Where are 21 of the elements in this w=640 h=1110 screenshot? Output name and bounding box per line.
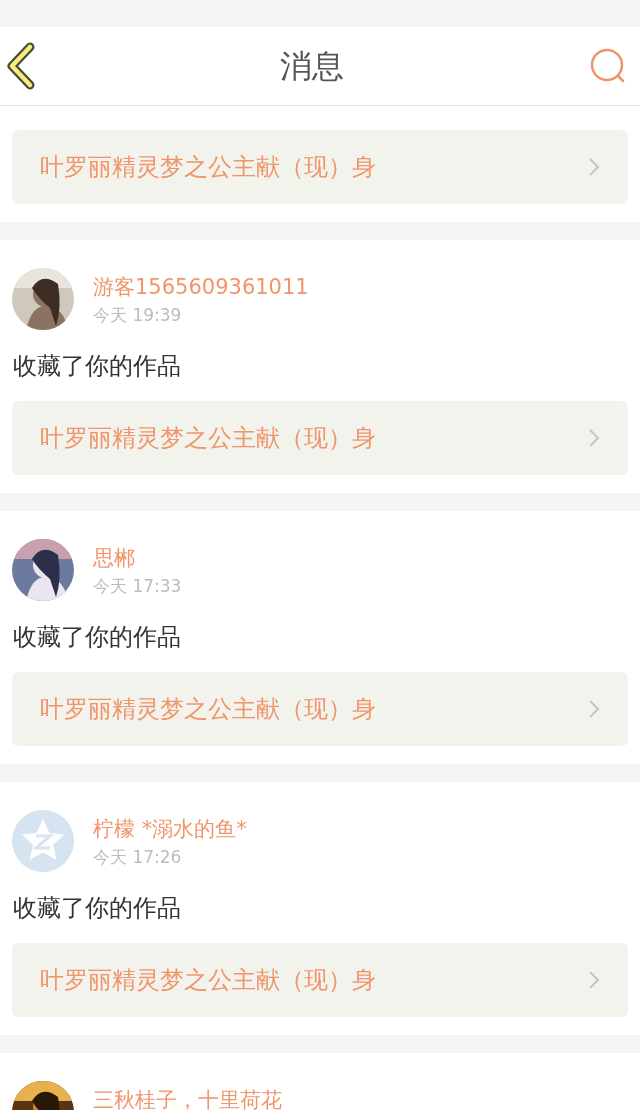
user-name[interactable]: 游客1565609361011 [93,272,309,302]
work-link[interactable]: 叶罗丽精灵梦之公主献（现）身 [12,401,628,475]
back-icon[interactable] [4,42,36,90]
user-name[interactable]: 柠檬 *溺水的鱼* [93,814,247,844]
message-time: 今天 19:39 [93,304,183,327]
message-text: 收藏了你的作品 [12,622,182,653]
work-link[interactable]: 叶罗丽精灵梦之公主献（现）身 [12,130,628,204]
message-time: 今天 17:26 [93,846,183,869]
message-text: 收藏了你的作品 [12,893,182,924]
page-title: 消息 [280,46,344,87]
work-link[interactable]: 叶罗丽精灵梦之公主献（现）身 [12,943,628,1017]
work-link[interactable]: 叶罗丽精灵梦之公主献（现）身 [12,672,628,746]
user-name[interactable]: 三秋桂子，十里荷花 [93,1085,282,1110]
chevron-right-icon [588,428,600,448]
chevron-right-icon [588,699,600,719]
chevron-right-icon [588,157,600,177]
chevron-right-icon [588,970,600,990]
message-time: 今天 17:33 [93,575,182,598]
message-text: 收藏了你的作品 [12,351,182,382]
default-avatar-icon [12,810,74,872]
user-name[interactable]: 思郴 [93,543,182,573]
